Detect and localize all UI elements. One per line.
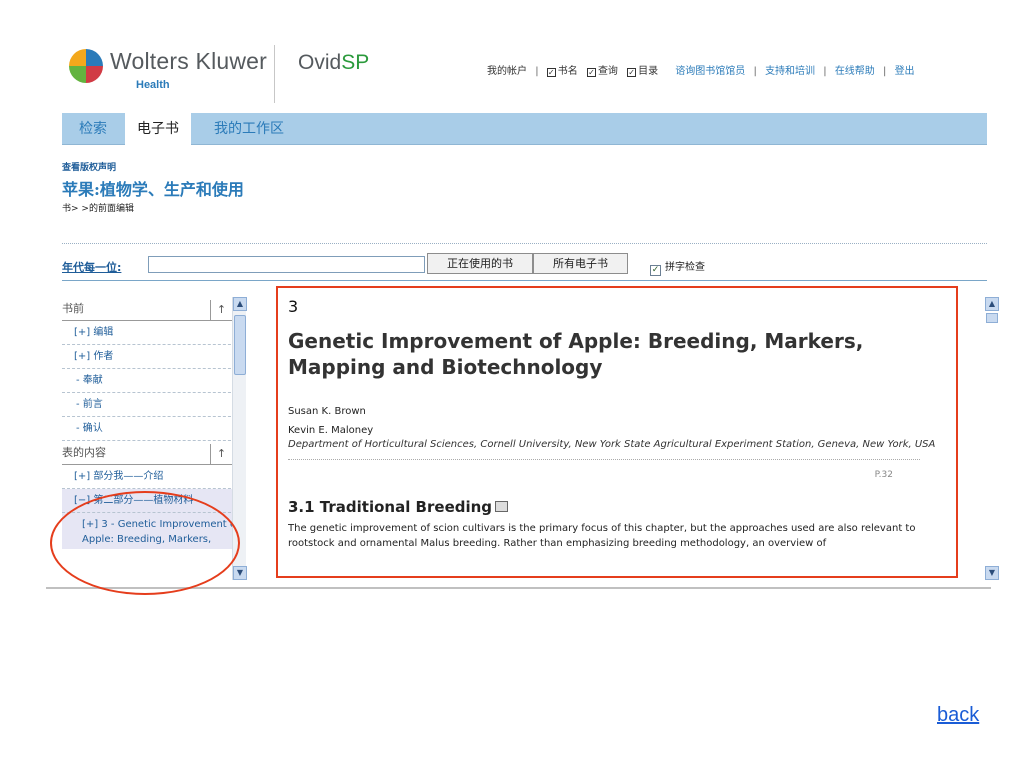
- up-arrow-icon[interactable]: ↑: [210, 300, 232, 320]
- online-help-link[interactable]: 在线帮助: [835, 66, 875, 77]
- toc-section-front-label: 书前: [62, 302, 84, 315]
- book-title: 苹果:植物学、生产和使用: [62, 180, 244, 199]
- logo-subtitle: Health: [136, 79, 170, 91]
- separator: |: [535, 66, 539, 77]
- toc-item-preface[interactable]: - 前言: [62, 393, 246, 417]
- divider: [62, 243, 987, 244]
- ovidsp-logo: OvidSP: [298, 51, 369, 75]
- ovid-suffix: SP: [341, 51, 370, 74]
- spell-check[interactable]: ✓ 拼字检查: [650, 258, 705, 276]
- tab-ebooks[interactable]: 电子书: [125, 113, 191, 145]
- toc-item-dedication[interactable]: - 奉献: [62, 369, 246, 393]
- toc-checkbox[interactable]: ✓: [627, 68, 637, 77]
- logo-divider: [274, 45, 275, 103]
- scroll-thumb[interactable]: [234, 315, 246, 375]
- search-current-book-button[interactable]: 正在使用的书: [427, 253, 533, 274]
- toc-label: 目录: [638, 66, 659, 77]
- highlight-oval: [50, 491, 240, 595]
- scroll-down-icon[interactable]: ▼: [985, 566, 999, 580]
- ask-librarian-link[interactable]: 谘询图书馆馆员: [675, 66, 745, 77]
- spell-check-checkbox[interactable]: ✓: [650, 265, 661, 276]
- up-arrow-icon[interactable]: ↑: [210, 444, 232, 464]
- book-name-label: 书名: [557, 66, 578, 77]
- scroll-thumb[interactable]: [986, 313, 998, 323]
- divider: [62, 280, 987, 281]
- find-input[interactable]: [148, 256, 425, 273]
- back-link[interactable]: back: [937, 704, 979, 727]
- toc-section-contents[interactable]: 表的内容 ↑: [62, 441, 246, 465]
- query-checkbox[interactable]: ✓: [586, 68, 596, 77]
- query-label: 查询: [597, 66, 618, 77]
- content-scrollbar[interactable]: ▲ ▼: [985, 297, 999, 580]
- spell-check-label: 拼字检查: [665, 262, 705, 273]
- my-account-link[interactable]: 我的帐户: [487, 66, 527, 77]
- tab-my-workspace[interactable]: 我的工作区: [202, 113, 296, 145]
- scroll-up-icon[interactable]: ▲: [985, 297, 999, 311]
- main-tab-bar: 检索 电子书 我的工作区: [62, 113, 987, 145]
- breadcrumb: 书> >的前面编辑: [62, 204, 134, 214]
- highlight-rectangle: [276, 286, 958, 578]
- search-all-ebooks-button[interactable]: 所有电子书: [533, 253, 628, 274]
- toc-section-contents-label: 表的内容: [62, 446, 106, 459]
- toc-item-authors[interactable]: [+] 作者: [62, 345, 246, 369]
- top-links: 我的帐户 | ✓ 书名 ✓ 查询 ✓ 目录 谘询图书馆馆员 | 支持和培训 | 在线帮…: [487, 62, 915, 77]
- toc-section-front[interactable]: 书前 ↑: [62, 297, 246, 321]
- copyright-link[interactable]: 查看版权声明: [62, 160, 116, 173]
- separator: |: [883, 66, 887, 77]
- toc-item-part-1[interactable]: [+] 部分我——介绍: [62, 465, 246, 489]
- ovid-prefix: Ovid: [298, 51, 342, 74]
- scroll-up-icon[interactable]: ▲: [233, 297, 247, 311]
- tab-search[interactable]: 检索: [67, 113, 119, 145]
- book-name-checkbox[interactable]: ✓: [546, 68, 556, 77]
- toc-item-acknowledgements[interactable]: - 确认: [62, 417, 246, 441]
- logout-link[interactable]: 登出: [895, 66, 915, 77]
- toc-item-editors[interactable]: [+] 编辑: [62, 321, 246, 345]
- separator: |: [753, 66, 757, 77]
- wolters-kluwer-logo-icon: [69, 49, 103, 83]
- logo-text: Wolters Kluwer: [110, 48, 268, 74]
- find-label: 年代每一位:: [62, 261, 122, 274]
- separator: |: [823, 66, 827, 77]
- support-link[interactable]: 支持和培训: [765, 66, 815, 77]
- scroll-down-icon[interactable]: ▼: [233, 566, 247, 580]
